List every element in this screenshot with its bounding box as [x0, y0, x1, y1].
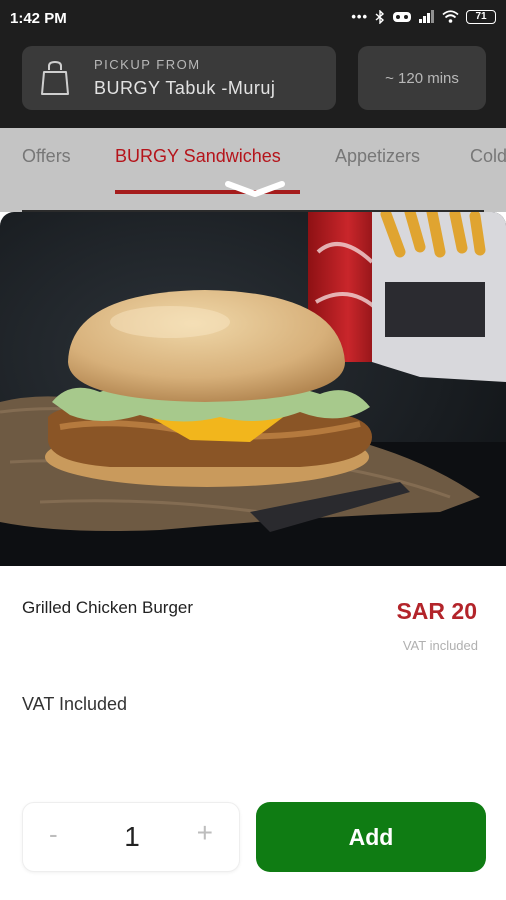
chevron-down-icon[interactable]: [224, 180, 286, 198]
pickup-store-name: BURGY Tabuk -Muruj: [94, 78, 276, 98]
quantity-stepper: - 1 +: [22, 802, 240, 872]
signal-icon: [419, 10, 434, 23]
status-icons: ••• 71: [351, 9, 496, 24]
pickup-label: PICKUP FROM: [94, 57, 201, 72]
burger-photo-icon: [0, 212, 506, 566]
notification-dots-icon: •••: [351, 9, 368, 24]
tab-offers[interactable]: Offers: [22, 146, 71, 167]
increase-quantity-button[interactable]: +: [197, 817, 213, 849]
battery-icon: 71: [466, 9, 496, 24]
status-bar: 1:42 PM ••• 71: [0, 0, 506, 36]
category-tabs: Offers BURGY Sandwiches Appetizers Cold: [0, 128, 506, 212]
price-vat-note: VAT included: [402, 638, 478, 653]
tab-cold[interactable]: Cold: [470, 146, 506, 167]
status-time: 1:42 PM: [10, 10, 67, 27]
add-button-label: Add: [348, 823, 394, 850]
eta-box[interactable]: ~ 120 mins: [358, 46, 486, 110]
product-name: Grilled Chicken Burger: [22, 598, 194, 617]
shopping-bag-icon: [41, 60, 69, 95]
header: PICKUP FROM BURGY Tabuk -Muruj ~ 120 min…: [0, 36, 506, 128]
product-description: VAT Included: [22, 694, 128, 714]
add-to-cart-button[interactable]: Add: [256, 802, 486, 872]
wifi-icon: [442, 10, 459, 23]
tab-appetizers[interactable]: Appetizers: [335, 146, 420, 167]
product-price: SAR 20: [396, 598, 477, 624]
tab-burgy-sandwiches[interactable]: BURGY Sandwiches: [115, 146, 281, 167]
vr-icon: [393, 11, 411, 22]
bluetooth-icon: [375, 9, 385, 24]
eta-text: ~ 120 mins: [385, 69, 459, 87]
product-image: [0, 212, 506, 566]
pickup-store-selector[interactable]: PICKUP FROM BURGY Tabuk -Muruj: [22, 46, 336, 110]
